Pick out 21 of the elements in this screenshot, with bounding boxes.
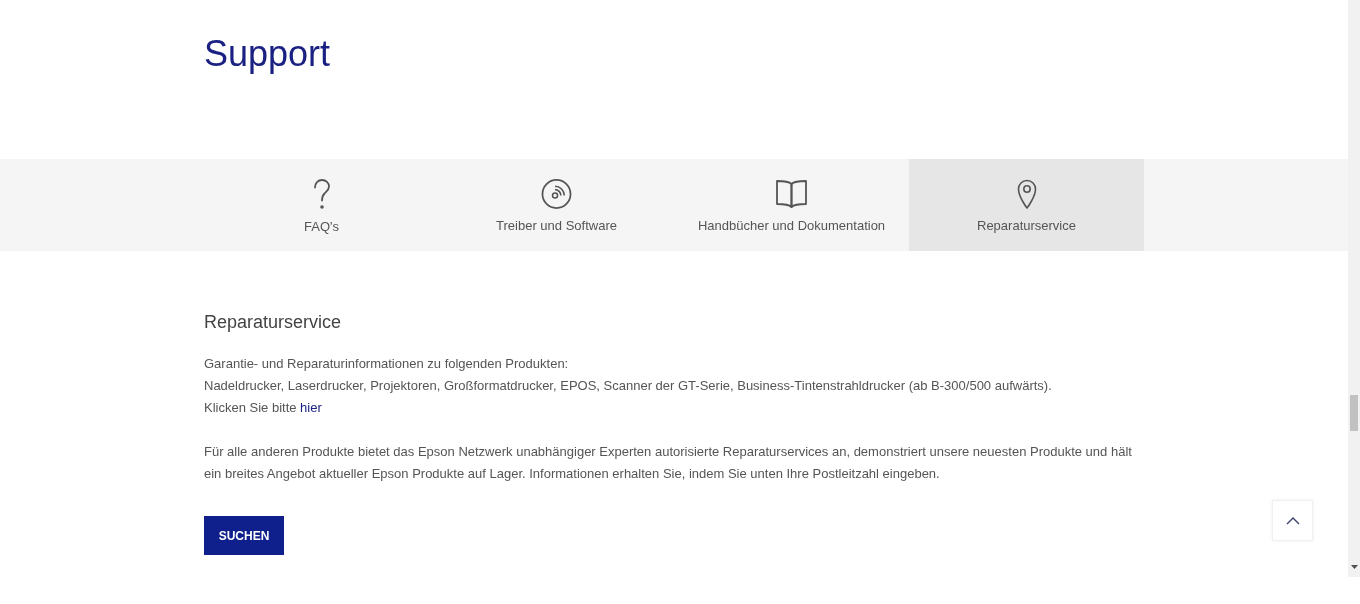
search-button[interactable]: SUCHEN	[204, 516, 284, 555]
scrollbar[interactable]	[1348, 0, 1360, 577]
tab[interactable]: Reparaturservice	[909, 159, 1144, 251]
back-to-top-button[interactable]	[1272, 500, 1313, 541]
open-book-icon	[776, 179, 807, 209]
instruction-text: Klicken Sie bitte hier	[204, 399, 322, 417]
tab[interactable]: Treiber und Software	[439, 159, 674, 251]
info-text: Nadeldrucker, Laserdrucker, Projektoren, Großformatdrucker, EPOS, Scanner der GT-Serie, Business-Tintenstrahldrucker (ab B-300/500 aufwärts).	[204, 377, 1052, 395]
scroll-down-arrow-icon[interactable]	[1350, 565, 1358, 569]
page-title: Support	[204, 32, 331, 74]
section-heading: Reparaturservice	[204, 311, 342, 333]
here-link[interactable]: hier	[300, 400, 322, 415]
tab[interactable]: FAQ's	[204, 159, 439, 251]
info-text: Garantie- und Reparaturinformationen zu folgenden Produkten:	[204, 355, 569, 373]
scrollbar-thumb[interactable]	[1350, 395, 1358, 431]
description-text: Für alle anderen Produkte bietet das Epson Netzwerk unabhängiger Experten autorisierte Reparaturservices an, demonstriert unsere neuesten Produkte und hält ein breites Angebot aktueller Epson Produkte auf Lager. Informationen erhalten Sie, indem Sie unten Ihre Postleitzahl eingeben.	[204, 443, 1133, 483]
tab[interactable]: Handbücher und Dokumentation	[674, 159, 909, 251]
question-mark-icon	[312, 179, 331, 210]
disc-icon	[541, 179, 572, 209]
chevron-up-icon	[1285, 516, 1300, 525]
map-pin-icon	[1016, 179, 1037, 209]
